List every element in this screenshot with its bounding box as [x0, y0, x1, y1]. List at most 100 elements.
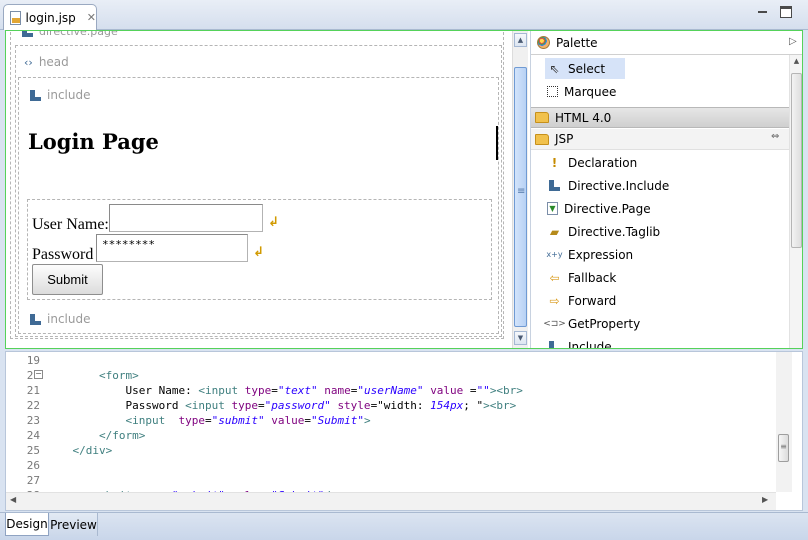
code-line[interactable]: <form>: [46, 369, 139, 382]
palette-item-directive-taglib[interactable]: ▰ Directive.Taglib: [545, 221, 787, 242]
getproperty-icon: <⊐>: [543, 318, 566, 329]
code-token: =: [204, 414, 212, 427]
scroll-down-icon[interactable]: ▼: [514, 331, 527, 345]
line-number: 19: [26, 354, 40, 367]
palette-item-directive-page[interactable]: ▼ Directive.Page: [545, 198, 787, 219]
maximize-icon[interactable]: [780, 6, 792, 18]
palette-item-include[interactable]: Include: [545, 336, 787, 348]
scroll-right-icon[interactable]: ▶: [762, 495, 768, 504]
tab-design[interactable]: Design: [5, 513, 49, 536]
include-bottom-label: include: [30, 312, 90, 326]
code-token: value: [271, 414, 305, 427]
code-token: "submit": [211, 414, 265, 427]
folder-icon: [535, 112, 549, 123]
palette-tool-select[interactable]: ⇖ Select: [545, 58, 625, 79]
marquee-icon: [547, 86, 558, 97]
palette-tool-marquee[interactable]: Marquee: [545, 81, 787, 102]
close-icon[interactable]: ✕: [87, 11, 96, 24]
code-token: type: [231, 399, 258, 412]
code-token: ="width:: [370, 399, 431, 412]
palette-item-fallback[interactable]: ⇦ Fallback: [545, 267, 787, 288]
code-line[interactable]: </div>: [46, 444, 113, 457]
scroll-thumb[interactable]: [514, 67, 527, 327]
source-horizontal-scrollbar[interactable]: ◀ ▶: [6, 492, 776, 510]
include-icon: [30, 89, 41, 101]
code-token: 154px: [430, 399, 464, 412]
palette-drawer-jsp[interactable]: JSP ⇔: [531, 129, 789, 150]
editor-tab-login-jsp[interactable]: login.jsp ✕: [3, 4, 97, 30]
folder-open-icon: [535, 133, 549, 145]
palette-item-getproperty[interactable]: <⊐> GetProperty: [543, 313, 787, 334]
directive-page-label: directive.page: [22, 31, 118, 38]
code-token: <form>: [98, 369, 139, 382]
pin-drawer-icon[interactable]: ⇔: [771, 131, 779, 142]
fallback-icon: ⇦: [549, 270, 560, 285]
username-label: User Name:: [32, 216, 109, 233]
editor-tab-bar: login.jsp ✕: [0, 0, 808, 30]
scroll-up-icon-2[interactable]: ▲: [791, 57, 802, 65]
include-icon-2: [30, 313, 41, 325]
line-break-icon-2: ↲: [253, 245, 264, 260]
declaration-icon: !: [551, 155, 558, 170]
palette-item-directive-include[interactable]: Directive.Include: [545, 175, 787, 196]
head-label: ‹› head: [24, 55, 69, 69]
code-token: "userName": [357, 384, 424, 397]
code-token: "": [476, 384, 490, 397]
code-token: =: [304, 414, 311, 427]
text-caret: [496, 126, 498, 160]
code-token: value: [430, 384, 464, 397]
source-editor[interactable]: 19202122232425262728 − <form> User Name:…: [5, 351, 803, 511]
source-vertical-scrollbar[interactable]: ≡: [776, 352, 792, 492]
code-tag-icon: ‹›: [24, 55, 33, 69]
line-number: 26: [26, 459, 40, 472]
directive-taglib-icon: ▰: [549, 224, 560, 239]
username-input[interactable]: [109, 204, 263, 232]
editor-mode-tabs: Design Preview: [0, 512, 808, 540]
scroll-up-icon[interactable]: ▲: [514, 33, 527, 47]
password-input[interactable]: ********: [96, 234, 248, 262]
code-line[interactable]: Password <input type="password" style="w…: [46, 399, 516, 412]
palette-panel: Palette ▷ ⇖ Select Marquee HTML 4.0 JSP …: [530, 31, 802, 348]
code-token: <input: [185, 399, 225, 412]
expression-icon: x+y: [546, 250, 563, 259]
source-scroll-thumb[interactable]: ≡: [778, 434, 789, 462]
design-vertical-scrollbar[interactable]: ▲ ▼: [512, 31, 528, 348]
code-token: <input: [198, 384, 239, 397]
fold-collapse-icon[interactable]: −: [34, 370, 43, 379]
line-number: 24: [26, 429, 40, 442]
code-line[interactable]: User Name: <input type="text" name="user…: [46, 384, 523, 397]
code-token: <input: [125, 414, 166, 427]
code-token: type: [244, 384, 272, 397]
palette-header: Palette: [531, 31, 802, 55]
code-token: </form>: [98, 429, 146, 442]
minimize-icon[interactable]: [757, 6, 769, 18]
directive-page-icon: ▼: [547, 202, 558, 215]
palette-item-declaration[interactable]: ! Declaration: [545, 152, 787, 173]
palette-item-expression[interactable]: x+y Expression: [545, 244, 787, 265]
code-token: ><br>: [489, 384, 523, 397]
editor-tab-label: login.jsp: [25, 10, 76, 25]
scroll-left-icon[interactable]: ◀: [10, 495, 16, 504]
palette-drawer-html[interactable]: HTML 4.0: [531, 107, 789, 128]
submit-button[interactable]: Submit: [32, 264, 103, 295]
code-line[interactable]: <input type="submit" value="Submit">: [46, 414, 370, 427]
code-token: style: [337, 399, 371, 412]
tab-preview[interactable]: Preview: [50, 513, 98, 536]
palette-scroll-thumb[interactable]: [791, 73, 802, 248]
jsp-file-icon: [10, 10, 21, 25]
design-pane: directive.page ‹› head include Login Pag…: [5, 30, 803, 349]
palette-item-forward[interactable]: ⇨ Forward: [545, 290, 787, 311]
code-token: "Submit": [310, 414, 364, 427]
line-number: 27: [26, 474, 40, 487]
include-top-label: include: [30, 88, 90, 102]
palette-title: Palette: [556, 35, 598, 50]
code-line[interactable]: </form>: [46, 429, 145, 442]
palette-scrollbar[interactable]: ▲: [789, 55, 802, 348]
code-token: =: [257, 399, 265, 412]
palette-menu-icon[interactable]: ▷: [789, 36, 797, 47]
